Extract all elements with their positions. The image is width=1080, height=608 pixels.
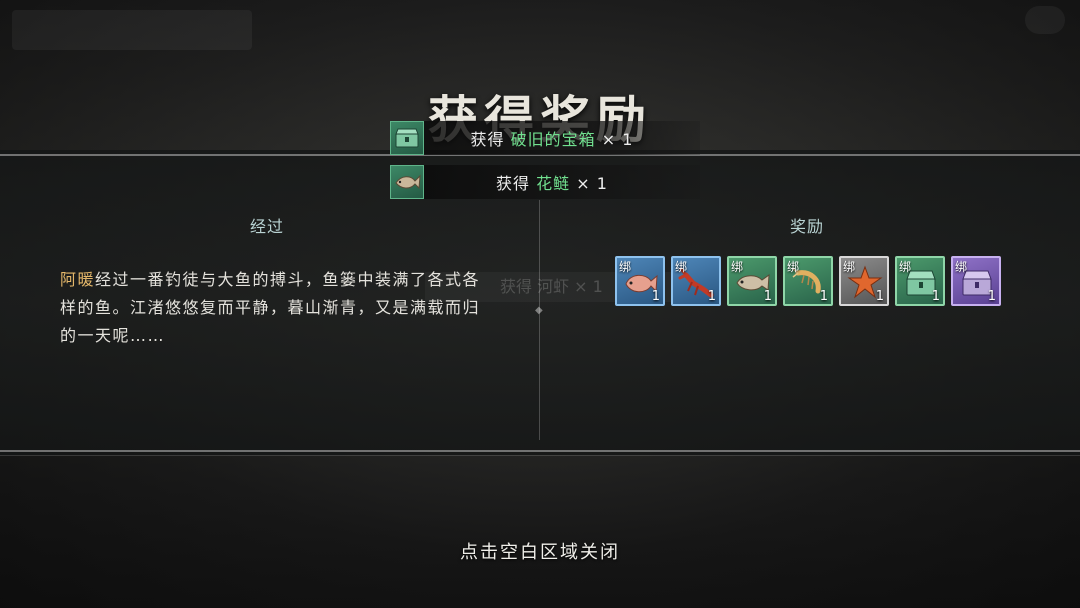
reward-items: 绑 1 绑 1 绑 1 绑 1 绑 1 绑 1 绑 1 — [615, 256, 1001, 306]
fish-icon — [390, 165, 424, 199]
bound-tag: 绑 — [731, 260, 744, 274]
bound-tag: 绑 — [955, 260, 968, 274]
rewards-heading: 奖励 — [790, 217, 825, 236]
item-count: 1 — [931, 289, 940, 304]
close-hint[interactable]: 点击空白区域关闭 — [0, 538, 1080, 564]
reward-item[interactable]: 绑 1 — [951, 256, 1001, 306]
obtain-notice: 获得 花鲢 × 1 — [390, 165, 700, 199]
notice-quantity: × 1 — [601, 130, 634, 149]
reward-item[interactable]: 绑 1 — [895, 256, 945, 306]
bound-tag: 绑 — [899, 260, 912, 274]
story-body: 经过一番钓徒与大鱼的搏斗，鱼篓中装满了各式各样的鱼。江渚悠悠复而平静，暮山渐青，… — [60, 270, 481, 345]
diamond-icon: ◆ — [535, 305, 543, 316]
character-name: 阿暖 — [60, 270, 96, 289]
bound-tag: 绑 — [843, 260, 856, 274]
reward-item[interactable]: 绑 1 — [671, 256, 721, 306]
item-count: 1 — [763, 289, 772, 304]
story-text: 阿暖经过一番钓徒与大鱼的搏斗，鱼篓中装满了各式各样的鱼。江渚悠悠复而平静，暮山渐… — [60, 266, 490, 350]
item-count: 1 — [819, 289, 828, 304]
notice-prefix: 获得 — [470, 130, 505, 149]
blurred-hud-block — [12, 10, 252, 50]
item-count: 1 — [651, 289, 660, 304]
reward-item[interactable]: 绑 1 — [615, 256, 665, 306]
faded-notice-text: 获得 河虾 × 1 — [500, 277, 603, 296]
notice-item-name: 花鲢 — [536, 174, 571, 193]
reward-item[interactable]: 绑 1 — [727, 256, 777, 306]
notice-prefix: 获得 — [496, 174, 531, 193]
item-count: 1 — [875, 289, 884, 304]
story-heading: 经过 — [250, 217, 285, 236]
reward-item[interactable]: 绑 1 — [839, 256, 889, 306]
obtain-notice: 获得 破旧的宝箱 × 1 — [390, 121, 700, 155]
chest-icon — [390, 121, 424, 155]
reward-item[interactable]: 绑 1 — [783, 256, 833, 306]
notice-item-name: 破旧的宝箱 — [510, 130, 596, 149]
blurred-hud-button — [1025, 6, 1065, 34]
panel-bottom-line — [0, 450, 1080, 452]
notice-quantity: × 1 — [576, 174, 608, 193]
bound-tag: 绑 — [787, 260, 800, 274]
bound-tag: 绑 — [675, 260, 688, 274]
item-count: 1 — [987, 289, 996, 304]
bound-tag: 绑 — [619, 260, 632, 274]
item-count: 1 — [707, 289, 716, 304]
panel-bottom-line-shadow — [0, 455, 1080, 456]
